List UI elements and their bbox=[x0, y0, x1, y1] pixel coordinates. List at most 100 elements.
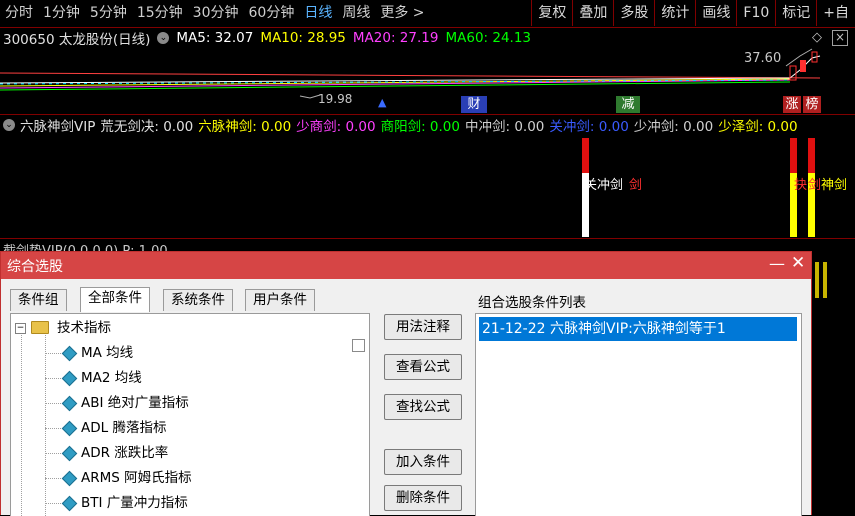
bar-label: 剑 bbox=[808, 178, 822, 193]
indicator-field: 少冲剑: 0.00 bbox=[633, 119, 714, 135]
formula-icon bbox=[61, 470, 78, 487]
view-formula-button[interactable]: 查看公式 bbox=[384, 354, 462, 380]
close-icon[interactable]: ✕ bbox=[791, 253, 805, 273]
indicator-bar-red bbox=[808, 138, 815, 173]
mark-button[interactable]: 标记 bbox=[775, 0, 816, 26]
indicator-field: 少泽剑: 0.00 bbox=[718, 119, 798, 135]
stock-info-line: 300650 太龙股份(日线) ⌄ MA5: 32.07 MA10: 28.95… bbox=[0, 28, 538, 48]
statistics-button[interactable]: 统计 bbox=[654, 0, 695, 26]
ma60-value: MA60: 24.13 bbox=[445, 30, 532, 46]
indicator-bar-red bbox=[582, 138, 589, 173]
tree-item[interactable]: ADR 涨跌比率 bbox=[11, 441, 351, 465]
indicator-header: ⌄ 六脉神剑VIP 荒无剑决: 0.00 六脉神剑: 0.00 少商剑: 0.0… bbox=[0, 115, 803, 135]
tree-connector bbox=[45, 453, 61, 454]
tab-system-conditions[interactable]: 系统条件 bbox=[163, 289, 233, 311]
tab-1min[interactable]: 1分钟 bbox=[38, 0, 85, 27]
tab-5min[interactable]: 5分钟 bbox=[85, 0, 132, 27]
chevron-down-icon[interactable]: ⌄ bbox=[3, 119, 15, 131]
stock-title: 300650 太龙股份(日线) bbox=[3, 32, 151, 48]
draw-line-button[interactable]: 画线 bbox=[695, 0, 736, 26]
tree-item[interactable]: ABI 绝对广量指标 bbox=[11, 391, 351, 415]
formula-icon bbox=[61, 370, 78, 387]
custom-add-button[interactable]: +自 bbox=[816, 0, 855, 26]
ma60-line bbox=[0, 81, 791, 91]
high-pointer-line bbox=[785, 48, 813, 67]
find-formula-button[interactable]: 查找公式 bbox=[384, 394, 462, 420]
tree-item-label: ARMS 阿姆氏指标 bbox=[81, 470, 192, 486]
bar-label: 抉 bbox=[794, 178, 808, 193]
tree-connector bbox=[45, 478, 61, 479]
restore-rights-button[interactable]: 复权 bbox=[531, 0, 572, 26]
tree-item-label: BTI 广量冲力指标 bbox=[81, 495, 188, 511]
tab-15min[interactable]: 15分钟 bbox=[132, 0, 188, 27]
f10-button[interactable]: F10 bbox=[736, 0, 775, 26]
add-condition-button[interactable]: 加入条件 bbox=[384, 449, 462, 475]
diamond-icon[interactable]: ◇ bbox=[812, 30, 822, 45]
price-chart bbox=[0, 48, 821, 99]
dialog-titlebar[interactable]: 综合选股 — ✕ bbox=[1, 252, 811, 279]
reduce-event-badge[interactable]: 减 bbox=[616, 96, 640, 113]
indicator-field: 少商剑: 0.00 bbox=[296, 119, 376, 135]
tab-timeshare[interactable]: 分时 bbox=[0, 0, 38, 27]
condition-list[interactable]: 21-12-22 六脉神剑VIP:六脉神剑等于1 bbox=[475, 313, 802, 516]
tab-daily[interactable]: 日线 bbox=[299, 0, 337, 27]
tab-condition-group[interactable]: 条件组 bbox=[10, 289, 67, 311]
tab-user-conditions[interactable]: 用户条件 bbox=[245, 289, 315, 311]
tree-connector bbox=[45, 428, 61, 429]
multi-stock-button[interactable]: 多股 bbox=[613, 0, 654, 26]
tree-connector bbox=[45, 353, 61, 354]
tree-item-label: ABI 绝对广量指标 bbox=[81, 395, 189, 411]
indicator-field: 中冲剑: 0.00 bbox=[464, 119, 545, 135]
tree-item[interactable]: MA 均线 bbox=[11, 341, 351, 365]
rise-event-badge[interactable]: 涨 bbox=[783, 96, 801, 113]
tree-item-label: MA2 均线 bbox=[81, 370, 142, 386]
ma20-line bbox=[0, 79, 791, 89]
formula-icon bbox=[61, 395, 78, 412]
indicator-field: 荒无剑决: 0.00 bbox=[100, 119, 194, 135]
bar-label: 剑 bbox=[629, 178, 643, 193]
condition-checkbox[interactable] bbox=[352, 339, 365, 352]
tree-root[interactable]: − 技术指标 bbox=[11, 316, 361, 340]
low-price-label: 19.98 bbox=[318, 92, 353, 106]
ma20-value: MA20: 27.19 bbox=[352, 30, 439, 46]
panel-divider bbox=[0, 238, 855, 239]
formula-icon bbox=[61, 445, 78, 462]
tree-item[interactable]: ADL 腾落指标 bbox=[11, 416, 351, 440]
collapse-icon[interactable]: − bbox=[15, 323, 26, 334]
high-price-label: 37.60 bbox=[744, 51, 782, 66]
tab-all-conditions[interactable]: 全部条件 bbox=[80, 287, 150, 312]
condition-tree[interactable]: − 技术指标 MA 均线 MA2 均线 ABI 绝对广量指标 ADL 腾落指标 bbox=[10, 313, 370, 516]
low-pointer-line bbox=[299, 94, 321, 99]
tree-item[interactable]: ARMS 阿姆氏指标 bbox=[11, 466, 351, 490]
condition-list-label: 组合选股条件列表 bbox=[478, 295, 586, 311]
formula-icon bbox=[61, 495, 78, 512]
condition-list-item[interactable]: 21-12-22 六脉神剑VIP:六脉神剑等于1 bbox=[479, 317, 797, 341]
delete-condition-button[interactable]: 删除条件 bbox=[384, 485, 462, 511]
indicator-name: 六脉神剑VIP bbox=[20, 119, 96, 135]
tree-item[interactable]: MA2 均线 bbox=[11, 366, 351, 390]
finance-event-badge[interactable]: 财 bbox=[461, 96, 487, 113]
tree-item-label: ADR 涨跌比率 bbox=[81, 445, 169, 461]
stock-screener-dialog: 综合选股 — ✕ 条件组 全部条件 系统条件 用户条件 − 技术指标 MA 均线… bbox=[0, 251, 812, 516]
tree-item-label: MA 均线 bbox=[81, 345, 134, 361]
list-event-badge[interactable]: 榜 bbox=[803, 96, 821, 113]
chevron-down-icon[interactable]: ⌄ bbox=[157, 32, 170, 44]
formula-icon bbox=[61, 420, 78, 437]
tree-connector bbox=[45, 403, 61, 404]
usage-notes-button[interactable]: 用法注释 bbox=[384, 314, 462, 340]
indicator2-bar bbox=[823, 262, 827, 298]
minimize-icon[interactable]: — bbox=[769, 254, 785, 273]
bar-label: 神剑 bbox=[821, 178, 848, 193]
tool-buttons: 复权 叠加 多股 统计 画线 F10 标记 +自 bbox=[531, 0, 855, 27]
ma-line-red bbox=[0, 72, 821, 79]
indicator-field: 六脉神剑: 0.00 bbox=[198, 119, 292, 135]
tree-connector bbox=[45, 378, 61, 379]
tab-weekly[interactable]: 周线 bbox=[337, 0, 375, 27]
overlay-button[interactable]: 叠加 bbox=[572, 0, 613, 26]
tree-connector bbox=[45, 503, 61, 504]
tree-item[interactable]: BTI 广量冲力指标 bbox=[11, 491, 351, 515]
tab-more[interactable]: 更多 > bbox=[375, 0, 429, 27]
close-icon[interactable]: × bbox=[832, 30, 848, 46]
tab-60min[interactable]: 60分钟 bbox=[244, 0, 300, 27]
tab-30min[interactable]: 30分钟 bbox=[188, 0, 244, 27]
